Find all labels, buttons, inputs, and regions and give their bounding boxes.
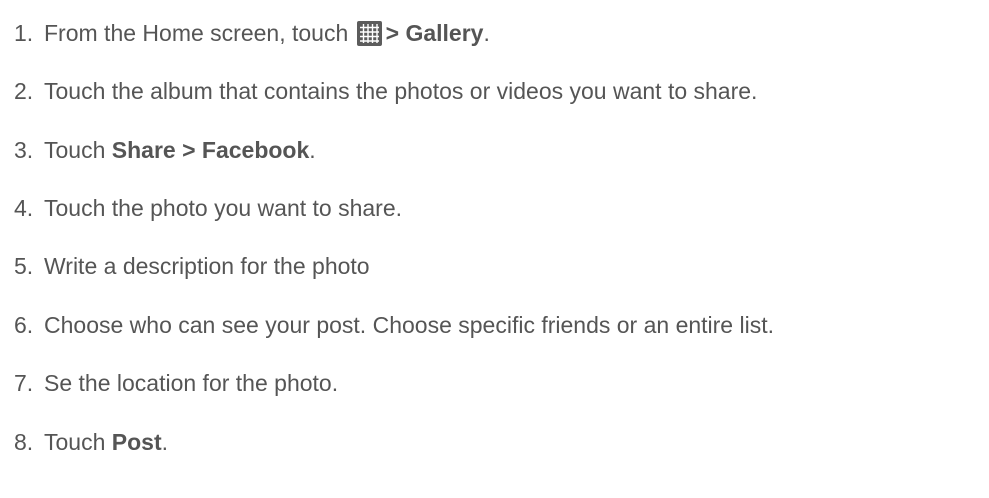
step-bold-text: Post: [111, 429, 162, 455]
step-text-end: .: [483, 20, 490, 46]
step-8: 8. Touch Post.: [14, 428, 168, 456]
step-text: Touch the album that contains the photos…: [44, 78, 758, 104]
step-bold-text: > Gallery: [385, 20, 484, 46]
step-1: 1. From the Home screen, touch > Gallery.: [14, 19, 490, 47]
step-bold-text: Share > Facebook: [111, 137, 310, 163]
step-number: 3.: [14, 137, 34, 163]
step-number: 2.: [14, 78, 34, 104]
step-text: Choose who can see your post. Choose spe…: [44, 312, 774, 338]
step-text: Write a description for the photo: [44, 253, 370, 279]
step-text: Se the location for the photo.: [44, 370, 339, 396]
step-7: 7. Se the location for the photo.: [14, 369, 338, 397]
step-number: 8.: [14, 429, 34, 455]
step-text-end: .: [309, 137, 316, 163]
step-number: 7.: [14, 370, 34, 396]
step-6: 6. Choose who can see your post. Choose s…: [14, 311, 774, 339]
step-text: Touch: [44, 137, 112, 163]
step-number: 1.: [14, 20, 34, 46]
step-text: Touch: [44, 429, 112, 455]
step-text: Touch the photo you want to share.: [44, 195, 403, 221]
step-number: 4.: [14, 195, 34, 221]
step-3: 3. Touch Share > Facebook.: [14, 136, 316, 164]
step-number: 5.: [14, 253, 34, 279]
step-5: 5. Write a description for the photo: [14, 252, 370, 280]
apps-grid-icon: [356, 21, 382, 46]
step-text: From the Home screen, touch: [44, 20, 349, 46]
step-4: 4. Touch the photo you want to share.: [14, 194, 402, 222]
step-2: 2. Touch the album that contains the phot…: [14, 77, 757, 105]
step-number: 6.: [14, 312, 34, 338]
step-text-end: .: [161, 429, 168, 455]
